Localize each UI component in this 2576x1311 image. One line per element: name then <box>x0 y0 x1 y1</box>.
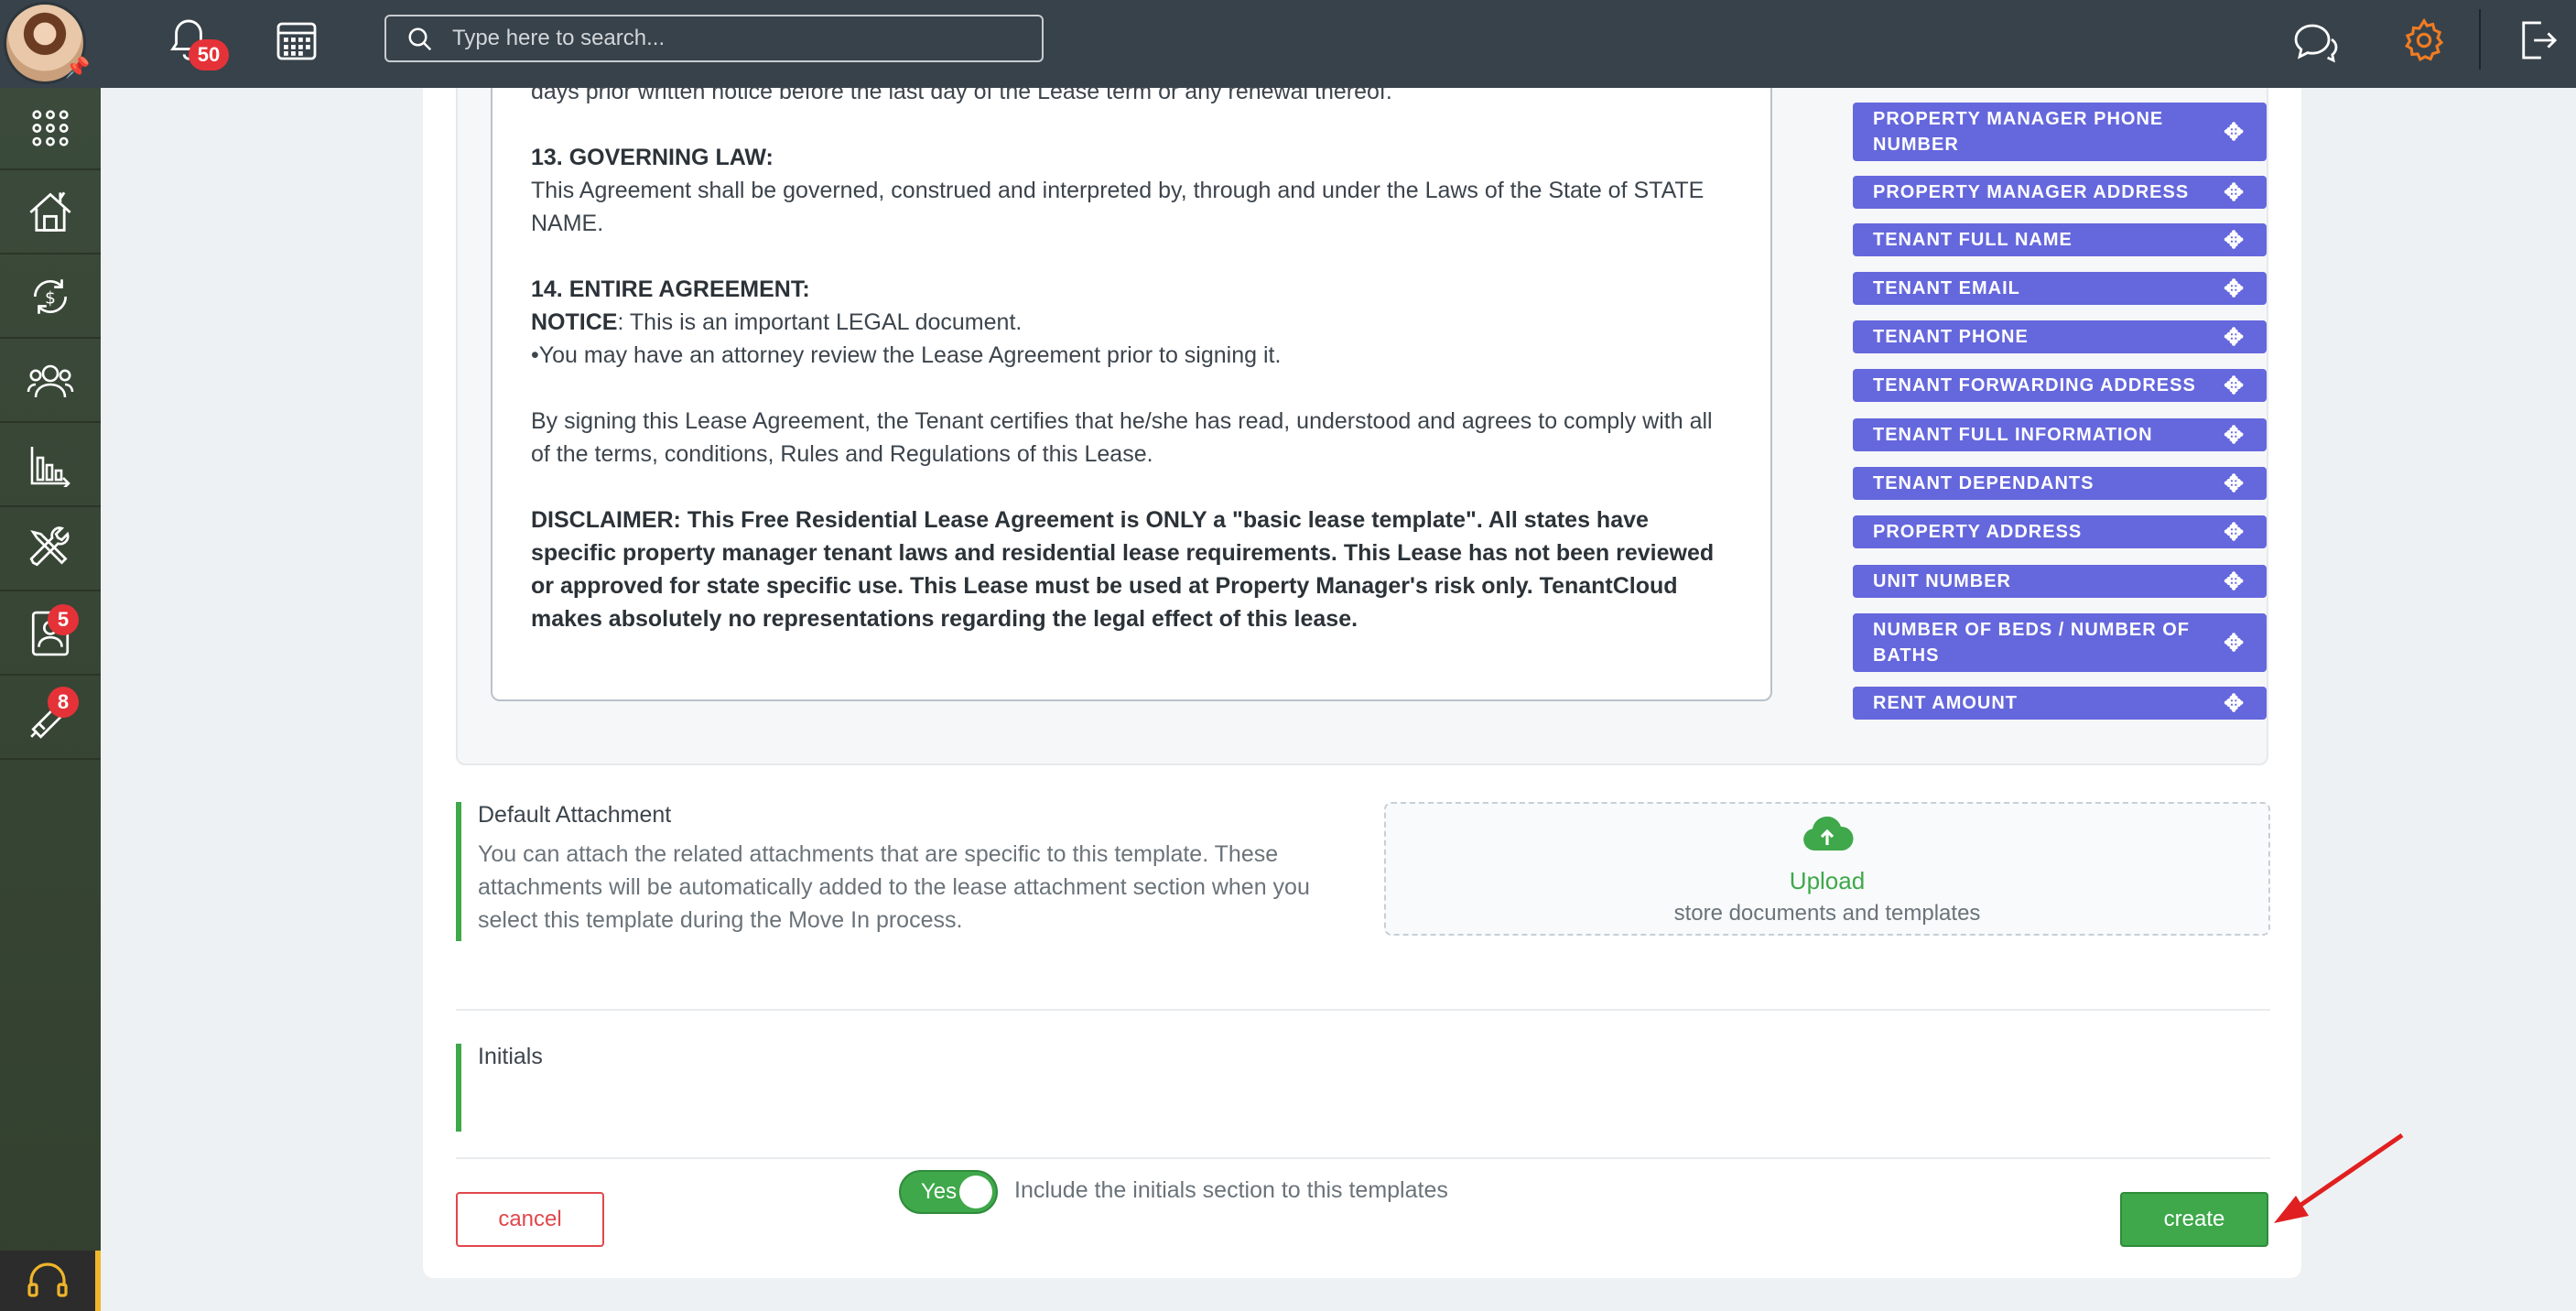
applications-badge: 5 <box>48 604 79 635</box>
sidebar-item-applications[interactable] <box>0 593 101 676</box>
tag-tenant-forwarding-address[interactable]: TENANT FORWARDING ADDRESS ✥ <box>1853 369 2267 402</box>
search-icon <box>408 27 432 51</box>
sidebar: $ 5 8 <box>0 88 101 1311</box>
upload-dropzone[interactable]: Upload store documents and templates <box>1384 802 2270 936</box>
doc-attorney-line: •You may have an attorney review the Lea… <box>531 342 1282 368</box>
tools-icon <box>29 526 70 567</box>
move-icon: ✥ <box>2224 275 2245 302</box>
toggle-knob <box>959 1176 992 1208</box>
doc-cut-line: days prior written notice before the las… <box>531 88 1392 104</box>
headset-icon <box>27 1262 68 1297</box>
cancel-button[interactable]: cancel <box>456 1192 604 1247</box>
tag-tenant-phone[interactable]: TENANT PHONE ✥ <box>1853 320 2267 353</box>
sidebar-item-apps[interactable] <box>0 88 101 170</box>
move-icon: ✥ <box>2224 421 2245 449</box>
notifications-badge: 50 <box>189 39 229 70</box>
people-icon <box>27 364 74 398</box>
initials-toggle[interactable]: Yes <box>899 1170 998 1214</box>
initials-toggle-label: Yes <box>921 1179 958 1204</box>
logout-icon <box>2522 21 2557 60</box>
doc-notice-text: : This is an important LEGAL document. <box>617 309 1023 335</box>
tag-property-manager-phone[interactable]: PROPERTY MANAGER PHONE NUMBER ✥ <box>1853 103 2267 161</box>
doc-section-13-body: This Agreement shall be governed, constr… <box>531 178 1705 236</box>
section-divider <box>456 1157 2270 1159</box>
doc-section-13-title: 13. GOVERNING LAW: <box>531 145 774 170</box>
move-icon: ✥ <box>2224 118 2245 146</box>
settings-button[interactable] <box>2397 13 2452 68</box>
initials-section: Initials <box>456 1044 1280 1132</box>
move-icon: ✥ <box>2224 470 2245 497</box>
initials-description: Include the initials section to this tem… <box>1014 1177 1448 1203</box>
cloud-upload-icon <box>1803 816 1854 851</box>
sidebar-item-accounting[interactable]: $ <box>0 256 101 339</box>
move-icon: ✥ <box>2224 323 2245 351</box>
move-icon: ✥ <box>2224 568 2245 595</box>
move-icon: ✥ <box>2224 372 2245 399</box>
logout-button[interactable] <box>2514 13 2561 68</box>
default-attachment-section: Default Attachment You can attach the re… <box>456 802 1316 941</box>
doc-disclaimer: DISCLAIMER: This Free Residential Lease … <box>531 507 1715 632</box>
doc-section-14-title: 14. ENTIRE AGREEMENT: <box>531 276 810 302</box>
top-bar: 📌 50 <box>0 0 2576 88</box>
annotation-arrow-icon <box>2274 1132 2404 1223</box>
user-avatar[interactable]: 📌 <box>4 2 91 84</box>
upload-subtitle: store documents and templates <box>1673 901 1981 926</box>
money-cycle-icon: $ <box>33 279 68 314</box>
svg-text:$: $ <box>45 288 56 308</box>
calendar-icon <box>276 22 317 60</box>
create-button[interactable]: create <box>2120 1192 2268 1247</box>
move-icon: ✥ <box>2224 179 2245 206</box>
sidebar-item-listings[interactable] <box>0 677 101 760</box>
section-divider <box>456 1009 2270 1011</box>
tag-beds-baths[interactable]: NUMBER OF BEDS / NUMBER OF BATHS ✥ <box>1853 613 2267 672</box>
grid-icon <box>32 110 69 146</box>
tag-property-manager-address[interactable]: PROPERTY MANAGER ADDRESS ✥ <box>1853 176 2267 209</box>
pin-icon: 📌 <box>65 56 91 79</box>
default-attachment-title: Default Attachment <box>478 802 672 828</box>
sidebar-item-reports[interactable] <box>0 425 101 507</box>
template-form-card: days prior written notice before the las… <box>423 88 2301 1278</box>
upload-title: Upload <box>1789 867 1866 894</box>
tag-tenant-full-name[interactable]: TENANT FULL NAME ✥ <box>1853 223 2267 256</box>
tag-tenant-email[interactable]: TENANT EMAIL ✥ <box>1853 272 2267 305</box>
move-icon: ✥ <box>2224 689 2245 717</box>
lease-document-editor[interactable]: days prior written notice before the las… <box>491 88 1772 701</box>
sidebar-item-contacts[interactable] <box>0 341 101 423</box>
search-box[interactable] <box>384 15 1044 62</box>
chat-icon <box>2294 24 2338 63</box>
initials-title: Initials <box>478 1044 543 1069</box>
move-icon: ✥ <box>2224 518 2245 546</box>
tag-tenant-dependants[interactable]: TENANT DEPENDANTS ✥ <box>1853 467 2267 500</box>
default-attachment-description: You can attach the related attachments t… <box>478 841 1310 933</box>
calendar-button[interactable] <box>271 15 322 66</box>
tag-rent-amount[interactable]: RENT AMOUNT ✥ <box>1853 687 2267 720</box>
doc-certify: By signing this Lease Agreement, the Ten… <box>531 408 1713 467</box>
support-button[interactable] <box>0 1251 101 1311</box>
tag-unit-number[interactable]: UNIT NUMBER ✥ <box>1853 565 2267 598</box>
search-input[interactable] <box>452 24 1020 53</box>
messages-button[interactable] <box>2289 15 2343 70</box>
listings-badge: 8 <box>48 687 79 718</box>
editor-panel: days prior written notice before the las… <box>456 88 2268 765</box>
gear-icon <box>2405 17 2444 61</box>
sidebar-item-maintenance[interactable] <box>0 509 101 591</box>
doc-notice-label: NOTICE <box>531 309 618 335</box>
tag-property-address[interactable]: PROPERTY ADDRESS ✥ <box>1853 515 2267 548</box>
bar-chart-icon <box>30 447 70 487</box>
sidebar-item-properties[interactable] <box>0 172 101 255</box>
tag-tenant-full-information[interactable]: TENANT FULL INFORMATION ✥ <box>1853 418 2267 451</box>
move-icon: ✥ <box>2224 226 2245 254</box>
house-icon <box>29 191 71 232</box>
header-divider <box>2479 9 2481 70</box>
move-icon: ✥ <box>2224 629 2245 656</box>
